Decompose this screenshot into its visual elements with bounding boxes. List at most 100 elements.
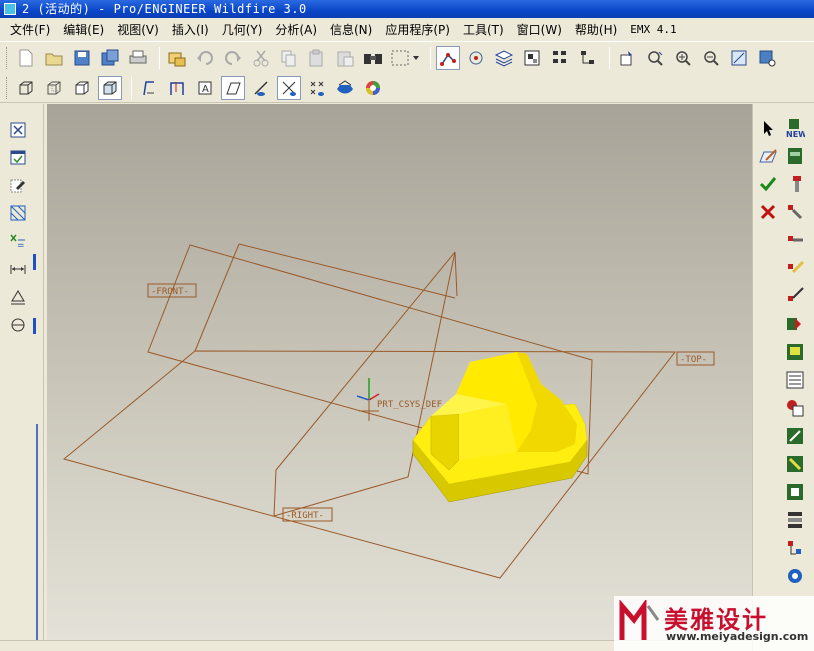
datum-csys-icon[interactable] — [221, 75, 245, 100]
refit-icon[interactable] — [727, 46, 751, 70]
undo-icon[interactable] — [193, 46, 217, 70]
graphics-viewport[interactable]: -FRONT- -TOP- -RIGHT- PRT_CSYS_DEF — [47, 104, 752, 640]
sketch-edit-icon[interactable] — [756, 144, 780, 168]
color-wheel-icon[interactable] — [361, 76, 385, 100]
menu-geometry[interactable]: 几何(Y) — [218, 21, 267, 38]
mold-open-icon[interactable] — [783, 508, 807, 532]
saved-views-icon[interactable] — [755, 46, 779, 70]
zoom-in-icon[interactable] — [671, 46, 695, 70]
datum-plane-icon[interactable] — [137, 76, 161, 100]
separator — [159, 47, 160, 69]
zoom-out-icon[interactable] — [699, 46, 723, 70]
new-file-icon[interactable] — [14, 46, 38, 70]
edit-definition-icon[interactable] — [6, 173, 30, 197]
find-icon[interactable] — [361, 46, 385, 70]
hidden-line-icon[interactable] — [42, 76, 66, 100]
print-icon[interactable] — [126, 46, 150, 70]
left-toolbar-divider — [36, 424, 38, 644]
insert-icon[interactable] — [783, 312, 807, 336]
assembly-icon[interactable] — [783, 536, 807, 560]
cooling-icon[interactable] — [783, 228, 807, 252]
model-tree-icon[interactable] — [520, 46, 544, 70]
datum-display-icon[interactable] — [436, 46, 460, 70]
window-activate-icon[interactable] — [6, 145, 30, 169]
right-feature-toolbar: NEW — [752, 104, 814, 651]
left-toolbar-marker — [33, 318, 36, 334]
datum-axis-icon[interactable] — [165, 76, 189, 100]
point-display-icon[interactable] — [305, 76, 329, 100]
menu-insert[interactable]: 插入(I) — [168, 21, 213, 38]
watermark: 美雅设计 www.meiyadesign.com — [614, 596, 814, 651]
wireframe-icon[interactable] — [14, 76, 38, 100]
menu-emx[interactable]: EMX 4.1 — [626, 23, 680, 36]
new-feature-icon[interactable]: NEW — [783, 116, 807, 140]
menu-edit[interactable]: 编辑(E) — [59, 21, 108, 38]
display-toolbar: A — [0, 73, 814, 103]
menu-view[interactable]: 视图(V) — [113, 21, 163, 38]
paste-icon[interactable] — [305, 46, 329, 70]
plane-display-icon[interactable] — [249, 76, 273, 100]
relations-icon[interactable]: = — [6, 229, 30, 253]
slider-icon[interactable] — [783, 256, 807, 280]
cancel-icon[interactable] — [756, 200, 780, 224]
dimension-icon[interactable] — [6, 257, 30, 281]
no-hidden-icon[interactable] — [70, 76, 94, 100]
interference-icon[interactable] — [783, 452, 807, 476]
orient-icon[interactable] — [643, 46, 667, 70]
ejector-check-icon[interactable] — [783, 480, 807, 504]
select-arrow-icon[interactable] — [756, 116, 780, 140]
section-icon[interactable] — [6, 313, 30, 337]
menu-tools[interactable]: 工具(T) — [459, 21, 508, 38]
spin-center-icon[interactable] — [464, 46, 488, 70]
layers-icon[interactable] — [492, 46, 516, 70]
menu-file[interactable]: 文件(F) — [6, 21, 54, 38]
menu-analysis[interactable]: 分析(A) — [271, 21, 321, 38]
repaint-icon[interactable] — [615, 46, 639, 70]
screw-icon[interactable] — [783, 172, 807, 196]
view-manager-icon[interactable] — [548, 46, 572, 70]
redo-icon[interactable] — [221, 46, 245, 70]
axis-display-icon[interactable] — [277, 75, 301, 100]
mold-base-icon[interactable] — [783, 144, 807, 168]
separator — [131, 76, 132, 99]
save-icon[interactable] — [70, 46, 94, 70]
menu-window[interactable]: 窗口(W) — [513, 21, 566, 38]
selection-filter-icon[interactable] — [576, 46, 600, 70]
shading-icon[interactable] — [98, 75, 122, 100]
pattern-icon[interactable] — [6, 201, 30, 225]
regenerate-icon[interactable] — [165, 46, 189, 70]
save-copy-icon[interactable] — [98, 46, 122, 70]
gate-icon[interactable] — [783, 340, 807, 364]
cut-icon[interactable] — [249, 46, 273, 70]
watermark-url: www.meiyadesign.com — [666, 630, 809, 643]
ejector-icon[interactable] — [783, 200, 807, 224]
accept-icon[interactable] — [756, 172, 780, 196]
menu-help[interactable]: 帮助(H) — [571, 21, 621, 38]
yellow-part[interactable] — [412, 352, 588, 503]
menu-info[interactable]: 信息(N) — [326, 21, 376, 38]
datum-point-icon[interactable]: A — [193, 76, 217, 100]
drawing-icon[interactable] — [783, 396, 807, 420]
title-bar: 2 (活动的) - Pro/ENGINEER Wildfire 3.0 — [0, 0, 814, 18]
csys-display-icon[interactable] — [333, 76, 357, 100]
front-plane-tag: -FRONT- — [147, 283, 197, 298]
select-box-icon[interactable] — [389, 46, 421, 70]
left-toolbar-marker — [33, 254, 36, 270]
clearance-icon[interactable] — [783, 424, 807, 448]
csys-label: PRT_CSYS_DEF — [377, 400, 442, 410]
separator — [609, 47, 610, 69]
copy-icon[interactable] — [277, 46, 301, 70]
toolbar-grip[interactable] — [6, 47, 9, 69]
process-icon[interactable] — [783, 564, 807, 588]
measure-icon[interactable] — [6, 285, 30, 309]
menu-applications[interactable]: 应用程序(P) — [381, 21, 454, 38]
close-window-icon[interactable] — [6, 118, 30, 142]
paste-special-icon[interactable] — [333, 46, 357, 70]
front-label: -FRONT- — [151, 287, 189, 297]
csys-marker: PRT_CSYS_DEF — [356, 378, 442, 421]
open-file-icon[interactable] — [42, 46, 66, 70]
toolbar-grip[interactable] — [6, 76, 9, 99]
model-canvas[interactable]: -FRONT- -TOP- -RIGHT- PRT_CSYS_DEF — [47, 104, 752, 640]
lifter-icon[interactable] — [783, 284, 807, 308]
bom-icon[interactable] — [783, 368, 807, 392]
